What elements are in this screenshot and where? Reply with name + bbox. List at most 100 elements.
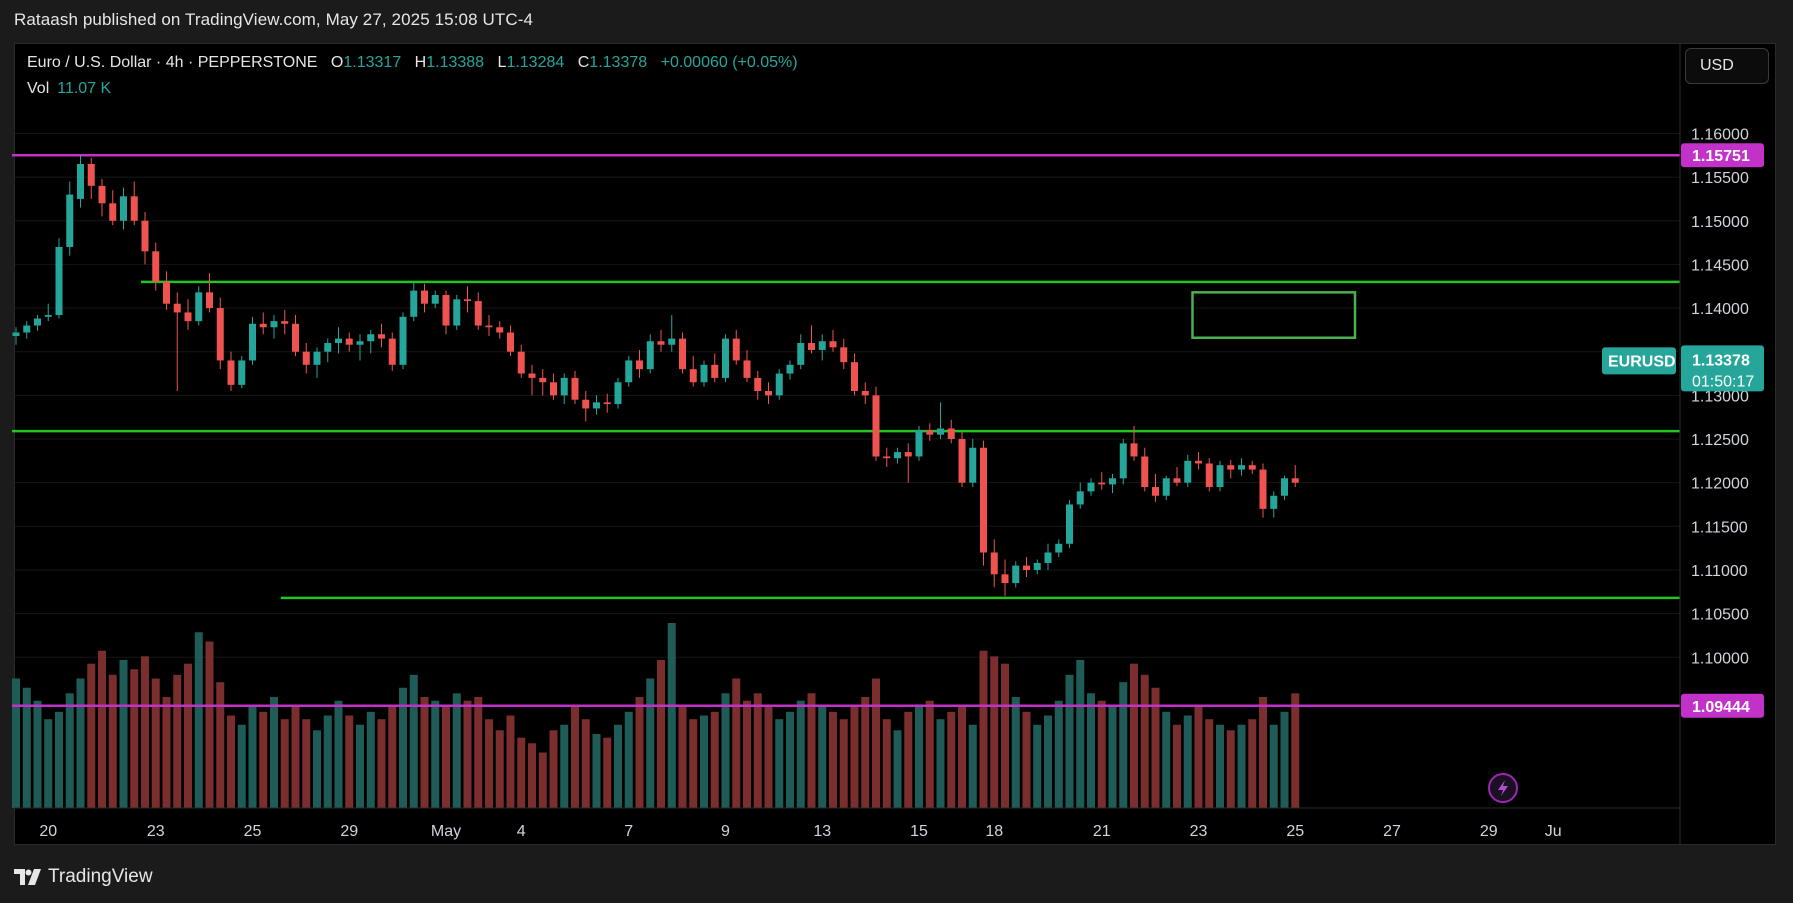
candle-body [474, 301, 482, 326]
volume-bar [1001, 663, 1009, 808]
candle-body [1130, 443, 1138, 457]
candle-body [1012, 565, 1020, 584]
candle-body [356, 341, 364, 345]
volume-bar [1054, 700, 1063, 808]
candle-body [1248, 465, 1256, 470]
volume-bar [495, 730, 504, 808]
volume-bar [506, 715, 515, 808]
volume-bar [710, 711, 719, 808]
candle-body [711, 364, 719, 378]
volume-bar [377, 719, 386, 808]
candle-body [808, 342, 815, 350]
price-tick-label: 1.11000 [1691, 563, 1748, 580]
volume-bar [549, 730, 558, 808]
candle-body [668, 338, 676, 345]
volume-bar [313, 730, 321, 808]
candle-body [335, 338, 342, 343]
volume-bar [151, 678, 160, 808]
volume-bar [162, 697, 171, 808]
volume-bar [302, 719, 311, 808]
volume-bar [1226, 730, 1235, 808]
candle-body [109, 203, 117, 221]
candle-body [1023, 565, 1030, 570]
candle-body [990, 552, 998, 575]
volume-bar [904, 711, 913, 808]
candle-body [851, 362, 858, 391]
candle-body [345, 338, 353, 345]
volume-bar [1108, 706, 1117, 808]
candle-body [442, 294, 450, 326]
time-tick-label: 29 [1480, 823, 1498, 840]
volume-bar [990, 656, 999, 808]
candle-body [1098, 482, 1106, 485]
candle-body [593, 402, 600, 409]
volume-bar [1011, 697, 1020, 808]
volume-bar [721, 693, 730, 808]
volume-bar [205, 641, 214, 808]
volume-bar [968, 724, 977, 808]
symbol-tag-label: EURUSD [1608, 353, 1676, 370]
volume-bar [1248, 719, 1257, 808]
volume-bar [345, 715, 354, 808]
candle-body [44, 315, 52, 317]
candle-body [636, 360, 643, 370]
price-tick-label: 1.14000 [1691, 301, 1749, 318]
volume-bar [936, 719, 945, 808]
candle-body [657, 341, 665, 345]
candle-body [539, 377, 547, 383]
candle-body [915, 430, 923, 457]
candle-body [1076, 491, 1084, 505]
candle-body [517, 351, 525, 374]
candle-body [163, 281, 170, 304]
volume-bar [270, 697, 278, 808]
tradingview-logo-icon [14, 869, 41, 885]
candle-body [818, 341, 826, 350]
volume-bar [237, 724, 246, 808]
volume-bar [130, 669, 139, 808]
candle-body [872, 395, 880, 457]
volume-bar [194, 632, 203, 808]
tradingview-brand[interactable]: TradingView [14, 866, 153, 888]
volume-bar [1205, 719, 1214, 808]
candle-body [980, 447, 987, 553]
candle-body [367, 334, 375, 342]
candle-body [1184, 460, 1192, 483]
candle-body [1119, 443, 1127, 479]
candle-body [1055, 543, 1063, 553]
countdown-label: 01:50:17 [1692, 373, 1754, 390]
candle-body [55, 246, 63, 316]
volume-bar [1065, 674, 1074, 808]
volume-bar [1194, 706, 1203, 808]
last-price-label: 1.13378 [1692, 352, 1750, 369]
candle-body [485, 325, 493, 328]
candle-body [689, 369, 697, 383]
candle-body [1109, 478, 1116, 485]
price-tick-label: 1.11500 [1691, 519, 1748, 536]
volume-bar [786, 711, 794, 808]
volume-bar [442, 706, 450, 808]
candle-body [926, 430, 934, 435]
candle-body [292, 323, 299, 352]
volume-bar [119, 660, 128, 808]
price-tick-label: 1.16000 [1691, 126, 1749, 143]
volume-bar [1259, 697, 1267, 808]
volume-bar [1140, 674, 1149, 808]
volume-bar [259, 711, 268, 808]
level-price-label: 1.09444 [1692, 699, 1750, 716]
candle-body [861, 390, 869, 396]
volume-bar [560, 724, 569, 808]
volume-bar [216, 682, 225, 808]
candle-body [840, 347, 848, 363]
time-tick-label: 29 [340, 823, 358, 840]
time-tick-label: 7 [624, 823, 633, 840]
candle-body [754, 377, 762, 391]
candle-body [625, 360, 633, 383]
volume-bar [388, 706, 397, 808]
candle-body [582, 399, 590, 409]
volume-bar [1280, 711, 1289, 808]
volume-bar [1183, 715, 1192, 808]
candle-body [313, 351, 321, 365]
volume-bar [87, 663, 96, 808]
volume-bar [592, 734, 601, 808]
candle-body [324, 342, 332, 352]
